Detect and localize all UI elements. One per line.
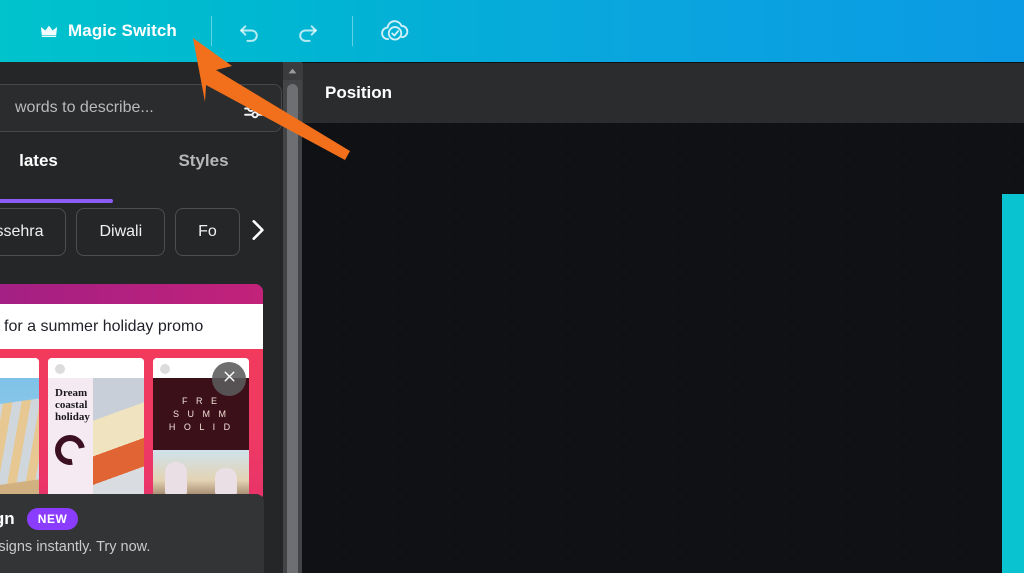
umbrella-stripes xyxy=(0,394,39,494)
chip-diwali-label: Diwali xyxy=(99,223,143,240)
top-toolbar: Magic Switch xyxy=(0,0,1024,62)
accent-side-block xyxy=(1002,194,1024,573)
thumb-line-1: Dream xyxy=(55,387,88,399)
toolbar-divider-2 xyxy=(351,16,353,46)
redo-button[interactable] xyxy=(286,9,330,53)
thumbnail-text-column: Dream coastal holiday xyxy=(48,378,93,502)
crown-icon xyxy=(40,24,58,38)
category-chip-row: Dussehra Diwali Fo xyxy=(0,207,240,257)
tab-templates-label: lates xyxy=(19,151,58,170)
left-side-panel: lates Styles Dussehra Diwali Fo xyxy=(0,62,283,573)
promo-card-topbar xyxy=(0,284,263,304)
thumbnail-photo xyxy=(93,378,144,502)
template-thumbnail[interactable] xyxy=(0,358,39,502)
magic-switch-label: Magic Switch xyxy=(68,21,177,40)
feature-banner[interactable]: Design NEW nto designs instantly. Try no… xyxy=(0,494,264,573)
left-panel-scrollbar[interactable] xyxy=(283,62,302,573)
cloud-saved-button[interactable] xyxy=(373,9,417,53)
thumb-line-3: H O L I D xyxy=(168,421,234,432)
banner-title: Design xyxy=(0,509,15,528)
close-promo-button[interactable] xyxy=(212,362,246,396)
avatar xyxy=(160,364,170,374)
template-thumbnail[interactable]: Dream coastal holiday xyxy=(48,358,144,502)
prompt-text-bar: n post for a summer holiday promo xyxy=(0,304,263,349)
thumbnail-header xyxy=(0,358,39,378)
cloud-check-icon xyxy=(380,18,410,44)
thumb-line-2: S U M M xyxy=(173,408,229,419)
thumbnail-header xyxy=(48,358,144,378)
banner-subtitle: nto designs instantly. Try now. xyxy=(0,539,151,555)
chip-diwali[interactable]: Diwali xyxy=(76,208,166,256)
close-icon xyxy=(221,368,238,390)
chip-dussehra[interactable]: Dussehra xyxy=(0,208,67,256)
scroll-up-button[interactable] xyxy=(283,62,302,80)
undo-icon xyxy=(237,19,262,44)
undo-button[interactable] xyxy=(228,9,272,53)
dream-coastal-holiday-art: Dream coastal holiday xyxy=(48,378,144,502)
position-panel-header: Position xyxy=(302,63,1024,123)
panel-tabs: lates Styles xyxy=(0,148,283,203)
redo-icon xyxy=(295,19,320,44)
editor-canvas-area[interactable] xyxy=(302,62,1024,573)
page-title: Position xyxy=(325,83,393,102)
chip-fo[interactable]: Fo xyxy=(175,208,240,256)
avatar xyxy=(55,364,65,374)
thumb-line-1: F R E xyxy=(181,395,220,406)
tab-styles-label: Styles xyxy=(178,151,229,170)
chip-fo-label: Fo xyxy=(198,223,217,240)
thumb-line-2: coastal xyxy=(55,399,88,411)
fresh-summer-holidays-art: F R E S U M M H O L I D xyxy=(153,378,249,502)
describe-search-field[interactable] xyxy=(0,84,282,132)
tab-styles[interactable]: Styles xyxy=(121,148,283,190)
sliders-icon[interactable] xyxy=(231,85,277,131)
chevron-right-icon xyxy=(244,217,270,248)
brush-ring-graphic xyxy=(49,429,91,471)
chips-scroll-next-button[interactable] xyxy=(240,215,274,249)
magic-switch-button[interactable]: Magic Switch xyxy=(34,11,183,51)
app-root: Magic Switch words to describe... lates … xyxy=(0,0,1024,573)
prompt-text: n post for a summer holiday promo xyxy=(0,317,204,335)
generated-design-card[interactable]: n post for a summer holiday promo xyxy=(0,284,263,502)
status-badge: NEW xyxy=(26,508,79,530)
banner-title-row: Design NEW xyxy=(0,508,248,530)
toolbar-divider-1 xyxy=(210,16,212,46)
search-input[interactable] xyxy=(0,85,231,131)
tab-templates[interactable]: lates xyxy=(0,148,121,203)
thumb-line-3: holiday xyxy=(55,411,90,423)
beach-umbrella-art xyxy=(0,378,39,502)
chevron-up-icon xyxy=(287,62,298,80)
scrollbar-thumb[interactable] xyxy=(287,84,298,573)
chip-dussehra-label: Dussehra xyxy=(0,223,44,240)
